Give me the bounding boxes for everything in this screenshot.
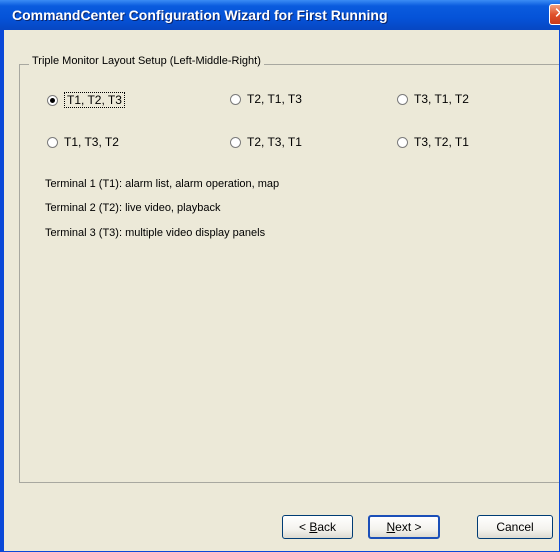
radio-button[interactable] [230,93,241,105]
radio-button[interactable] [397,93,408,105]
groupbox-label: Triple Monitor Layout Setup (Left-Middle… [29,55,264,67]
radio-button[interactable] [47,136,58,148]
terminal-2-description: Terminal 2 (T2): live video, playback [45,202,221,214]
radio-label: T1, T3, T2 [64,135,119,149]
radio-t3-t2-t1[interactable]: T3, T2, T1 [397,135,469,149]
next-button[interactable]: Next > [368,515,440,539]
layout-groupbox [19,64,559,483]
close-icon: ✕ [553,5,560,22]
radio-t2-t1-t3[interactable]: T2, T1, T3 [230,92,302,106]
close-button[interactable]: ✕ [549,4,560,25]
radio-label: T2, T3, T1 [247,135,302,149]
radio-button[interactable] [397,136,408,148]
next-rest: ext > [395,520,422,534]
title-bar[interactable]: CommandCenter Configuration Wizard for F… [0,0,560,30]
radio-button-checked[interactable] [47,94,58,106]
radio-label: T3, T1, T2 [414,92,469,106]
radio-label: T3, T2, T1 [414,135,469,149]
cancel-button[interactable]: Cancel [477,515,553,539]
back-button[interactable]: < Back [282,515,353,539]
next-mnemonic: N [386,520,396,534]
radio-t3-t1-t2[interactable]: T3, T1, T2 [397,92,469,106]
back-rest: ack [317,520,337,534]
radio-label: T2, T1, T3 [247,92,302,106]
window-title: CommandCenter Configuration Wizard for F… [12,7,388,23]
radio-t2-t3-t1[interactable]: T2, T3, T1 [230,135,302,149]
terminal-3-description: Terminal 3 (T3): multiple video display … [45,227,266,239]
radio-button[interactable] [230,136,241,148]
back-prefix: < [298,520,310,534]
radio-t1-t3-t2[interactable]: T1, T3, T2 [47,135,119,149]
radio-t1-t2-t3[interactable]: T1, T2, T3 [47,92,125,108]
terminal-1-description: Terminal 1 (T1): alarm list, alarm opera… [45,178,280,190]
radio-label: T1, T2, T3 [64,92,125,108]
